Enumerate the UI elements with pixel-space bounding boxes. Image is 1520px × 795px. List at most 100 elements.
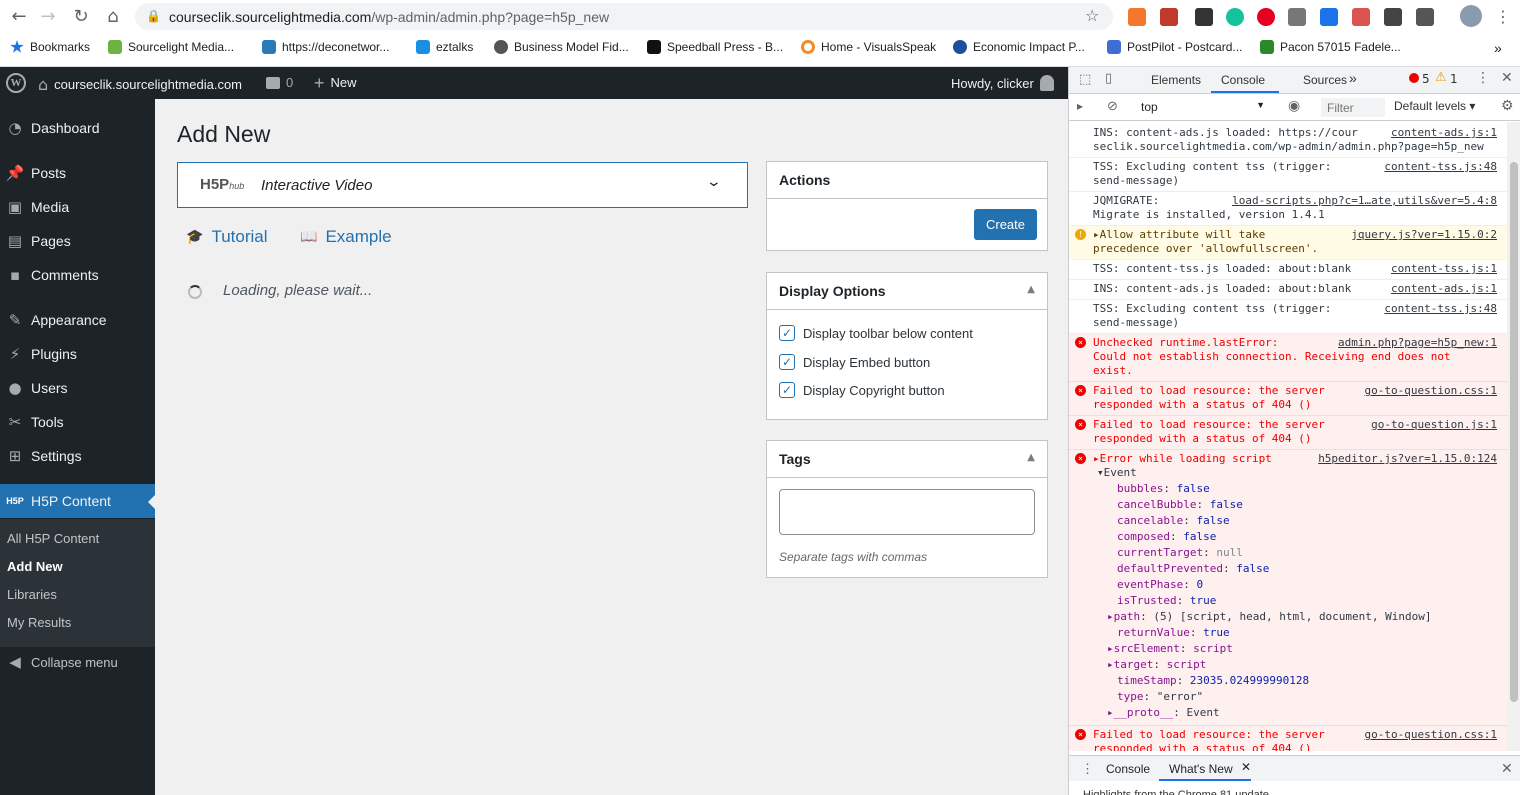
star-icon[interactable]: ☆ (1085, 6, 1099, 25)
menu-item-media[interactable]: ▣ Media (0, 190, 155, 224)
source-link[interactable]: content-ads.js:1 (1385, 126, 1497, 140)
drawer-tab-console[interactable]: Console (1106, 762, 1150, 776)
source-link[interactable]: h5peditor.js?ver=1.15.0:124 (1312, 452, 1497, 466)
bookmark-item[interactable]: PostPilot - Postcard... (1107, 40, 1242, 54)
menu-item-h5p-content[interactable]: H5P H5P Content (0, 484, 155, 518)
source-link[interactable]: content-tss.js:1 (1385, 262, 1497, 276)
new-content-link[interactable]: + New (314, 74, 357, 92)
chevron-down-icon[interactable]: ⌄ (706, 174, 722, 190)
address-bar[interactable]: 🔒 courseclik.sourcelightmedia.com/wp-adm… (135, 3, 1113, 30)
bookmark-item[interactable]: Sourcelight Media... (108, 40, 234, 54)
bookmark-item[interactable]: Bookmarks (10, 40, 90, 54)
source-link[interactable]: go-to-question.js:1 (1365, 418, 1497, 432)
inspect-icon[interactable]: ⬚ (1079, 72, 1091, 87)
expand-extension-icon[interactable] (1288, 8, 1306, 26)
bookmark-item[interactable]: https://deconetwor... (262, 40, 389, 54)
warning-count-icon[interactable]: ⚠ (1435, 70, 1447, 85)
clear-console-icon[interactable]: ⊘ (1107, 98, 1118, 114)
collapse-panel-icon[interactable]: ▲ (1027, 452, 1035, 463)
bookmark-item[interactable]: eztalks (416, 40, 473, 54)
menu-item-comments[interactable]: ▪ Comments (0, 258, 155, 292)
submenu-all-h5p-content[interactable]: All H5P Content (7, 531, 99, 546)
more-bookmarks-icon[interactable]: » (1494, 40, 1502, 56)
console-scrollbar[interactable] (1507, 122, 1520, 751)
more-tabs-icon[interactable]: » (1349, 70, 1357, 86)
collapse-menu-button[interactable]: ◀ Collapse menu (0, 645, 155, 679)
box-extension-icon[interactable] (1352, 8, 1370, 26)
close-drawer-icon[interactable]: ✕ (1501, 760, 1513, 777)
collapse-panel-icon[interactable]: ▲ (1027, 284, 1035, 295)
menu-icon[interactable]: ⋮ (1492, 6, 1514, 28)
pinterest-icon[interactable] (1257, 8, 1275, 26)
tab-sources[interactable]: Sources (1303, 73, 1347, 87)
screen-extension-icon[interactable] (1384, 8, 1402, 26)
menu-item-tools[interactable]: ✂ Tools (0, 405, 155, 439)
example-link[interactable]: 📖 Example (300, 227, 392, 247)
drawer-tab-whats-new[interactable]: What's New (1169, 762, 1233, 776)
copyright-checkbox[interactable]: ✓ (779, 382, 795, 398)
embed-checkbox[interactable]: ✓ (779, 354, 795, 370)
sidebar-toggle-icon[interactable]: ▸ (1077, 99, 1083, 113)
extension-icon[interactable] (1128, 8, 1146, 26)
back-icon[interactable]: ← (8, 6, 30, 28)
bookmark-item[interactable]: Pacon 57015 Fadele... (1260, 40, 1401, 54)
forward-icon[interactable]: → (37, 6, 59, 28)
home-icon[interactable]: ⌂ (102, 6, 124, 28)
wordpress-logo-icon[interactable]: W (6, 73, 26, 93)
submenu-libraries[interactable]: Libraries (7, 587, 57, 602)
context-selector[interactable]: top ▼ (1131, 97, 1271, 117)
source-link[interactable]: admin.php?page=h5p_new:1 (1332, 336, 1497, 350)
bookmark-item[interactable]: Speedball Press - B... (647, 40, 783, 54)
menu-item-appearance[interactable]: ✎ Appearance (0, 303, 155, 337)
bookmark-item[interactable]: Business Model Fid... (494, 40, 629, 54)
source-link[interactable]: content-tss.js:48 (1378, 302, 1497, 316)
calendar-extension-icon[interactable] (1320, 8, 1338, 26)
comments-link[interactable]: 0 (266, 75, 293, 90)
event-property[interactable]: ▸srcElement: script (1107, 642, 1233, 656)
source-link[interactable]: content-ads.js:1 (1385, 282, 1497, 296)
submenu-my-results[interactable]: My Results (7, 615, 71, 630)
reload-icon[interactable]: ↻ (70, 6, 92, 28)
tab-elements[interactable]: Elements (1151, 73, 1201, 87)
menu-item-dashboard[interactable]: ◔ Dashboard (0, 111, 155, 145)
site-name-link[interactable]: ⌂ courseclik.sourcelightmedia.com (38, 75, 242, 94)
event-property[interactable]: ▸__proto__: Event (1107, 706, 1220, 720)
tutorial-link[interactable]: 🎓 Tutorial (186, 227, 268, 247)
account-menu[interactable]: Howdy, clicker (951, 75, 1054, 91)
log-levels-dropdown[interactable]: Default levels ▾ (1394, 99, 1475, 113)
source-link[interactable]: go-to-question.css:1 (1358, 384, 1497, 398)
source-link[interactable]: go-to-question.css:1 (1358, 728, 1497, 742)
m-extension-icon[interactable] (1416, 8, 1434, 26)
event-property[interactable]: ▸path: (5) [script, head, html, document… (1107, 610, 1432, 624)
h5p-hub-selector[interactable]: H5Phub Interactive Video ⌄ (177, 162, 748, 208)
bookmark-item[interactable]: Economic Impact P... (953, 40, 1085, 54)
close-devtools-icon[interactable]: ✕ (1501, 70, 1513, 86)
pdf-extension-icon[interactable] (1160, 8, 1178, 26)
toolbar-checkbox[interactable]: ✓ (779, 325, 795, 341)
close-tab-icon[interactable]: ✕ (1241, 760, 1251, 774)
source-link[interactable]: jquery.js?ver=1.15.0:2 (1345, 228, 1497, 242)
bookmark-item[interactable]: Home - VisualsSpeak (801, 40, 936, 54)
tab-console[interactable]: Console (1221, 73, 1265, 87)
console-settings-icon[interactable]: ⚙ (1501, 97, 1514, 114)
pen-extension-icon[interactable] (1195, 8, 1213, 26)
source-link[interactable]: content-tss.js:48 (1378, 160, 1497, 174)
devtools-menu-icon[interactable]: ⋮ (1476, 70, 1490, 86)
profile-avatar[interactable] (1460, 5, 1482, 27)
grammarly-icon[interactable] (1226, 8, 1244, 26)
create-button[interactable]: Create (974, 209, 1037, 240)
menu-item-settings[interactable]: ⊞ Settings (0, 439, 155, 473)
menu-item-plugins[interactable]: ⚡ Plugins (0, 337, 155, 371)
menu-item-users[interactable]: ● Users (0, 371, 155, 405)
device-toolbar-icon[interactable]: ▯ (1105, 71, 1112, 86)
event-property[interactable]: ▸target: script (1107, 658, 1206, 672)
menu-item-pages[interactable]: ▤ Pages (0, 224, 155, 258)
menu-item-posts[interactable]: 📌 Posts (0, 156, 155, 190)
drawer-menu-icon[interactable]: ⋮ (1081, 761, 1094, 777)
submenu-add-new[interactable]: Add New (7, 559, 63, 574)
source-link[interactable]: load-scripts.php?c=1…ate,utils&ver=5.4:8 (1226, 194, 1497, 208)
event-object[interactable]: ▾Event (1097, 466, 1137, 480)
filter-input[interactable] (1321, 98, 1385, 117)
error-count-icon[interactable] (1409, 73, 1419, 83)
tags-textarea[interactable] (779, 489, 1035, 535)
